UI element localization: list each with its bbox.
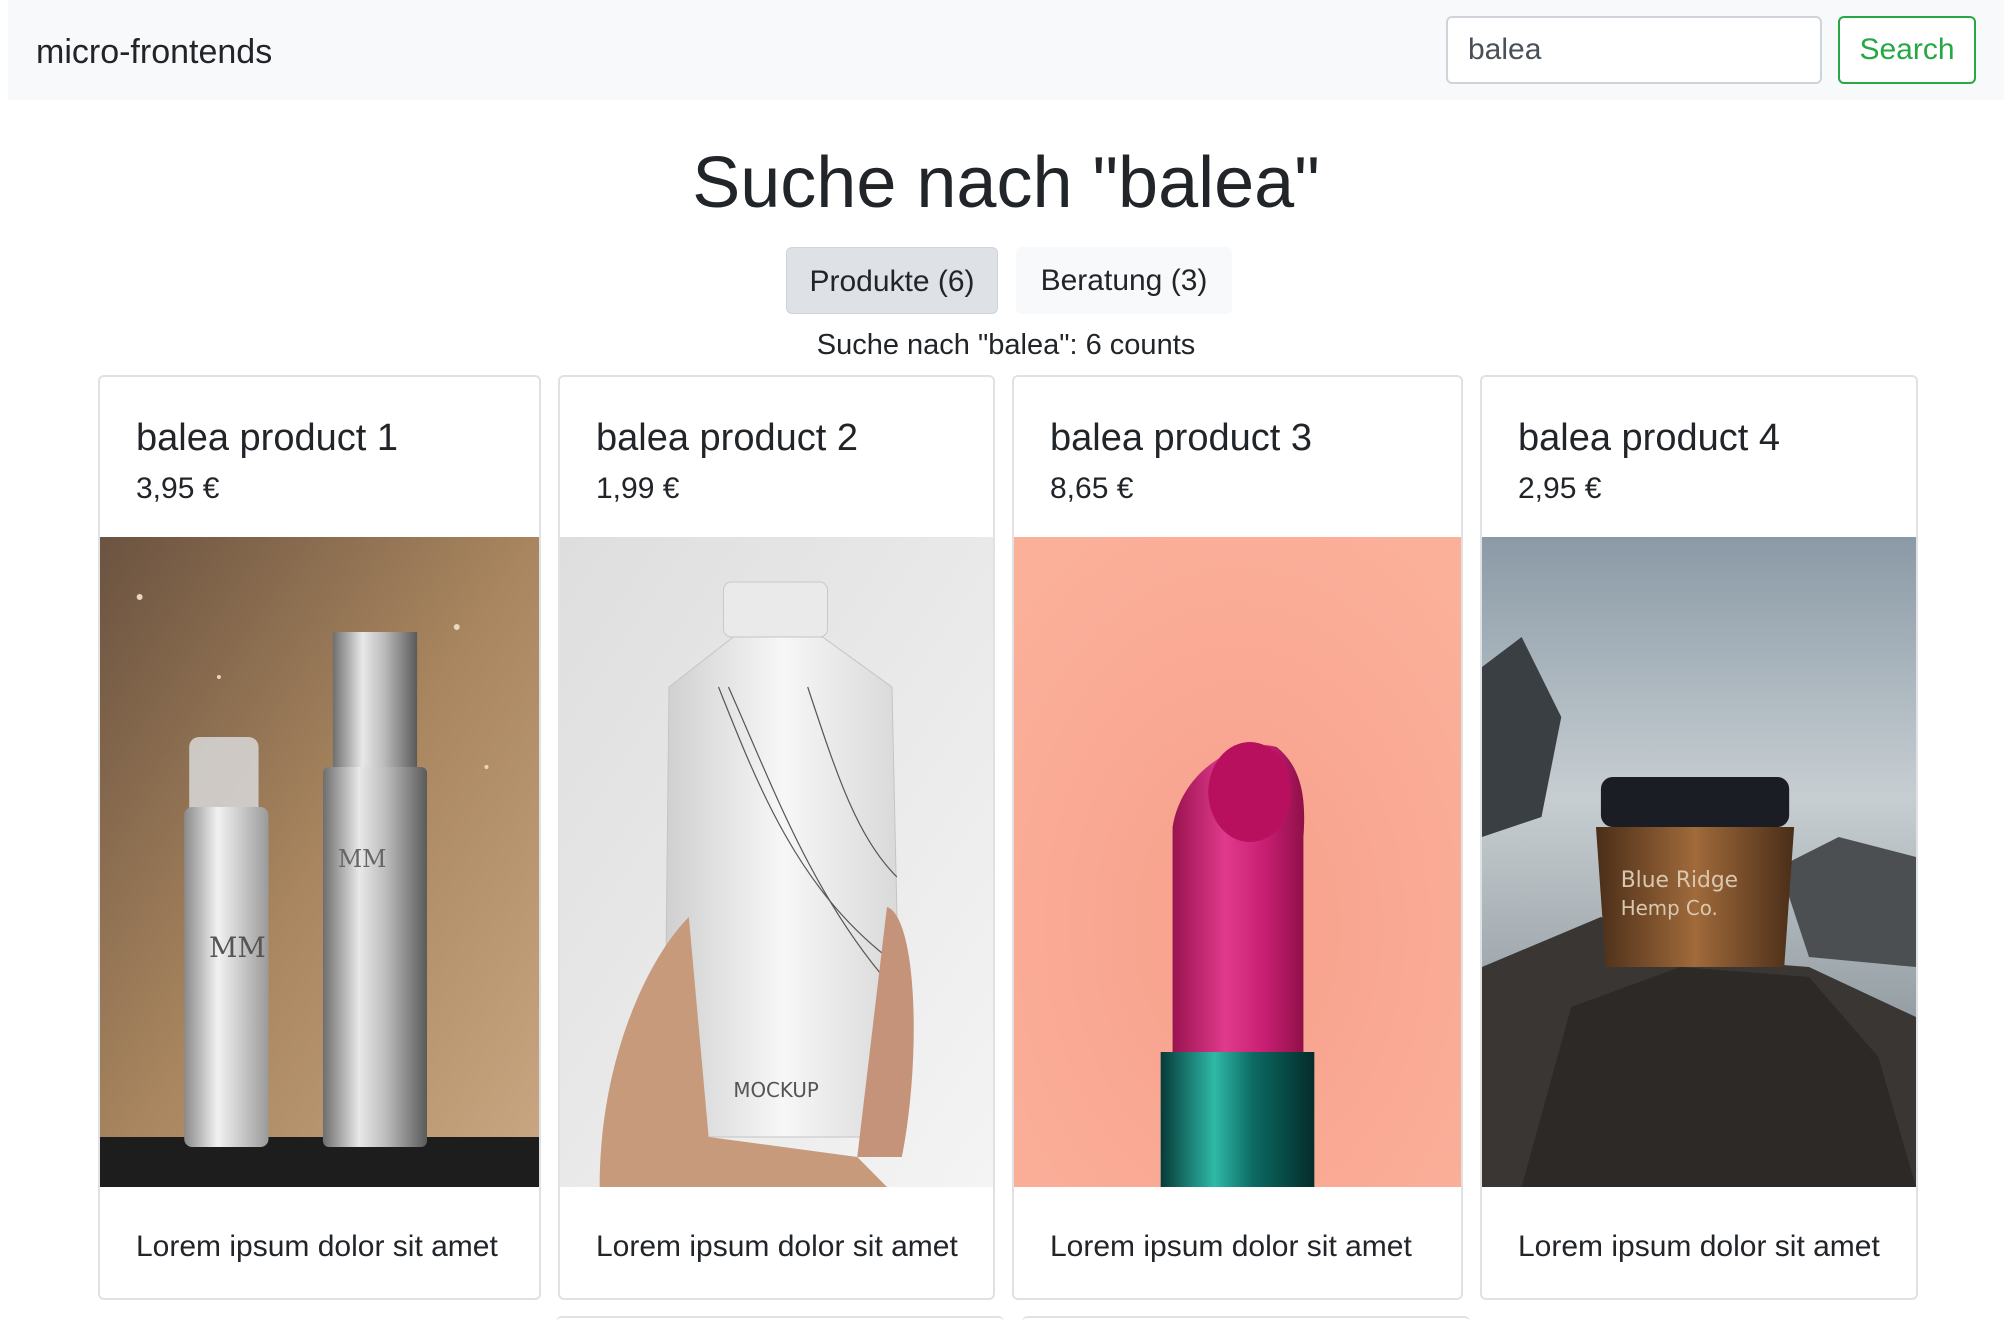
search-button[interactable]: Search	[1838, 16, 1976, 84]
svg-text:Hemp Co.: Hemp Co.	[1621, 897, 1718, 920]
product-title: balea product 4	[1518, 417, 1780, 459]
card-header: balea product 3 8,65 €	[1014, 377, 1461, 537]
tab-beratung[interactable]: Beratung (3)	[1016, 247, 1232, 314]
product-card[interactable]: balea product 1 3,95 € MM MM Lorem ipsum…	[98, 375, 541, 1300]
product-image[interactable]: MOCKUP	[560, 537, 993, 1187]
svg-text:MM: MM	[338, 845, 387, 873]
product-title: balea product 1	[136, 417, 398, 459]
card-header: balea product 4 2,95 €	[1482, 377, 1916, 537]
product-description: Lorem ipsum dolor sit amet	[596, 1230, 958, 1263]
svg-text:MOCKUP: MOCKUP	[733, 1079, 818, 1102]
product-image[interactable]: MM MM	[100, 537, 539, 1187]
product-card[interactable]: balea product 4 2,95 € Blue Ridge Hemp C…	[1480, 375, 1918, 1300]
tab-produkte[interactable]: Produkte (6)	[786, 247, 998, 314]
card-header: balea product 1 3,95 €	[100, 377, 539, 537]
next-row-card-edge	[556, 1316, 1004, 1320]
product-title: balea product 2	[596, 417, 858, 459]
product-title: balea product 3	[1050, 417, 1312, 459]
product-price: 8,65 €	[1050, 472, 1134, 505]
product-price: 2,95 €	[1518, 472, 1602, 505]
product-price: 1,99 €	[596, 472, 680, 505]
product-price: 3,95 €	[136, 472, 220, 505]
navbar: micro-frontends Search	[8, 0, 2004, 100]
product-image[interactable]: Blue Ridge Hemp Co.	[1482, 537, 1916, 1187]
product-description: Lorem ipsum dolor sit amet	[1050, 1230, 1412, 1263]
page-title: Suche nach "balea"	[692, 143, 1320, 223]
product-card[interactable]: balea product 3 8,65 € Lorem ipsum dolor…	[1012, 375, 1463, 1300]
brand-link[interactable]: micro-frontends	[36, 30, 272, 74]
product-card[interactable]: balea product 2 1,99 € MOCKUP Lorem ipsu…	[558, 375, 995, 1300]
result-summary: Suche nach "balea": 6 counts	[816, 329, 1196, 361]
result-tabs: Produkte (6) Beratung (3)	[0, 247, 2012, 314]
svg-text:Blue Ridge: Blue Ridge	[1621, 868, 1738, 893]
product-image[interactable]	[1014, 537, 1461, 1187]
product-description: Lorem ipsum dolor sit amet	[136, 1230, 498, 1263]
next-row-card-edge	[1022, 1316, 1470, 1320]
svg-text:MM: MM	[209, 931, 266, 964]
search-input[interactable]	[1446, 16, 1822, 84]
card-header: balea product 2 1,99 €	[560, 377, 993, 537]
product-description: Lorem ipsum dolor sit amet	[1518, 1230, 1880, 1263]
